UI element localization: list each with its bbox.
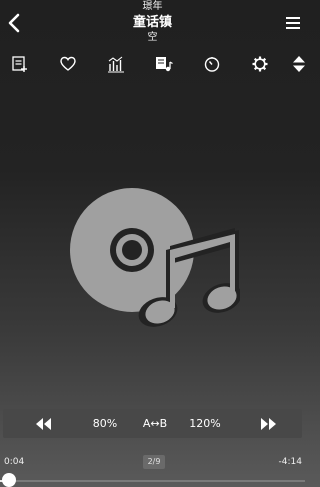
rewind-button[interactable]	[23, 409, 65, 438]
speed-up-button[interactable]: 120%	[184, 409, 226, 438]
album-name: 空	[147, 32, 158, 43]
heart-icon[interactable]	[58, 54, 78, 74]
album-art-placeholder	[70, 188, 240, 327]
expand-collapse-icon[interactable]	[289, 54, 309, 74]
playlist-position-badge: 2/9	[143, 455, 165, 469]
queue-music-icon[interactable]	[154, 54, 174, 74]
seek-bar[interactable]	[0, 480, 305, 482]
song-title: 童话镇	[132, 15, 172, 30]
playlist-add-icon[interactable]	[10, 54, 30, 74]
timer-icon[interactable]	[202, 54, 222, 74]
ab-repeat-button[interactable]: A↔B	[135, 409, 175, 438]
rewind-icon	[36, 418, 51, 430]
elapsed-time: 0:04	[4, 457, 25, 467]
playback-control-bar: 80% A↔B 120%	[3, 409, 302, 438]
fast-forward-icon	[261, 418, 276, 430]
fast-forward-button[interactable]	[247, 409, 289, 438]
equalizer-icon[interactable]	[106, 54, 126, 74]
header-bar: 璟年 童话镇 空	[0, 0, 305, 50]
speed-down-button[interactable]: 80%	[85, 409, 125, 438]
artist-name: 璟年	[142, 1, 163, 12]
remaining-time: -4:14	[278, 457, 302, 467]
toolbar	[0, 54, 305, 76]
menu-icon[interactable]	[284, 14, 302, 32]
settings-icon[interactable]	[250, 54, 270, 74]
seek-bar-thumb[interactable]	[2, 473, 16, 487]
